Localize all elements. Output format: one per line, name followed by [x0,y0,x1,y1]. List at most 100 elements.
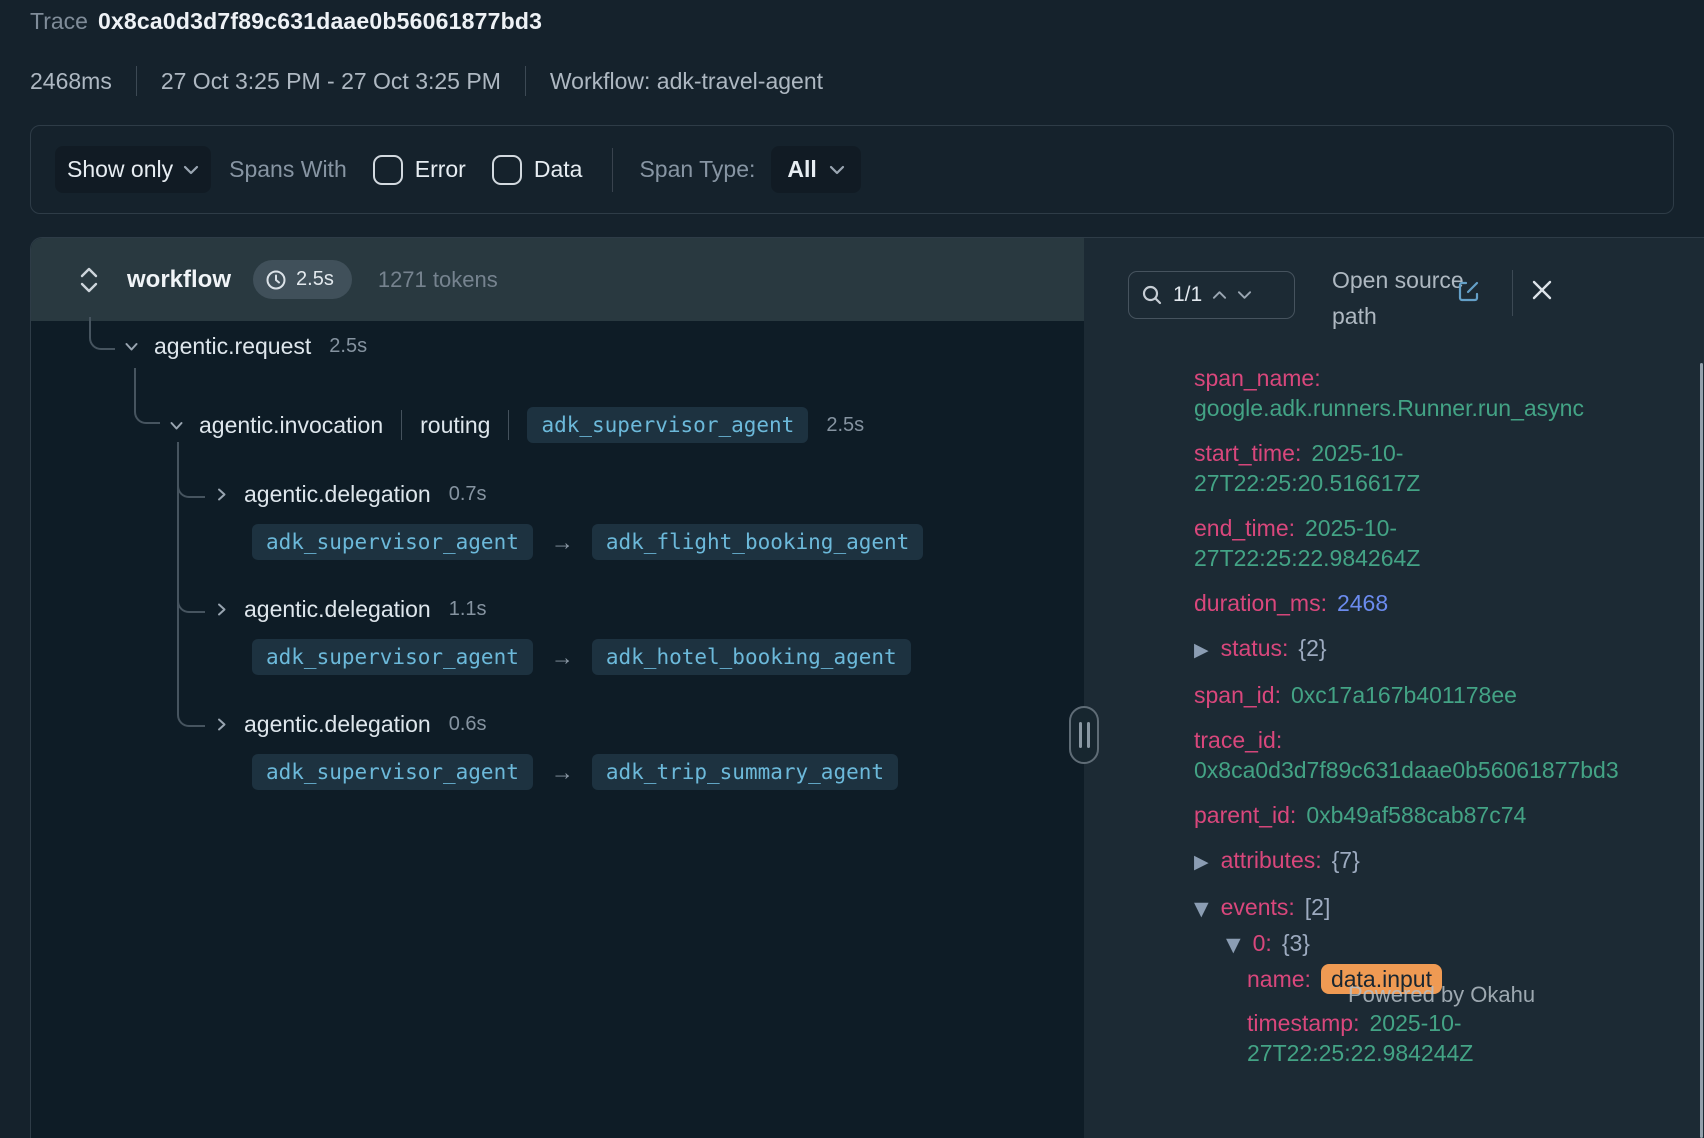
search-match-count: 1/1 [1173,283,1202,307]
trace-workflow: Workflow: adk-travel-agent [550,68,823,95]
span-duration: 2.5s [329,335,367,358]
delegation-agents-row: adk_supervisor_agent → adk_trip_summary_… [252,754,898,790]
data-checkbox-label: Data [534,156,583,183]
agent-chip[interactable]: adk_trip_summary_agent [592,754,898,790]
chevron-down-icon [829,165,845,175]
tree-connector [177,468,205,498]
spans-with-label: Spans With [229,156,347,183]
details-scrollbar[interactable] [1700,363,1703,1138]
meta-divider [525,66,526,96]
json-entry: ▶attributes:{7} [1194,845,1694,877]
search-icon [1141,284,1163,306]
pane-resize-handle[interactable] [1069,706,1099,764]
json-key: name: [1247,966,1311,992]
tree-connector [89,317,115,350]
span-row-delegation[interactable]: agentic.delegation 1.1s [213,596,487,623]
span-label: agentic.delegation [244,711,431,738]
chevron-right-icon[interactable] [213,486,230,503]
json-entry: name: data.input [1194,964,1694,994]
tree-connector [177,697,205,727]
json-value: 27T22:25:20.516617Z [1194,468,1694,498]
trace-header: Trace 0x8ca0d3d7f89c631daae0b56061877bd3 [30,8,542,35]
json-entry: start_time:2025-10- 27T22:25:20.516617Z [1194,438,1694,498]
json-key: span_id: [1194,682,1281,708]
chevron-right-icon[interactable] [213,716,230,733]
agent-chip[interactable]: adk_supervisor_agent [252,754,533,790]
arrow-right-icon: → [547,644,578,671]
error-checkbox[interactable] [373,155,403,185]
json-value: 0x8ca0d3d7f89c631daae0b56061877bd3 [1194,755,1694,785]
span-row-delegation[interactable]: agentic.delegation 0.6s [213,711,487,738]
collapsed-triangle-icon[interactable]: ▶ [1194,847,1209,877]
json-entry: trace_id: 0x8ca0d3d7f89c631daae0b5606187… [1194,725,1694,785]
span-row-request[interactable]: agentic.request 2.5s [123,333,367,360]
json-entry: ▼ 0: {3} [1194,928,1694,960]
chevron-up-icon[interactable] [1212,290,1227,300]
workflow-duration: 2.5s [296,268,334,291]
agent-chip[interactable]: adk_flight_booking_agent [592,524,923,560]
trace-label: Trace [30,8,88,34]
arrow-right-icon: → [547,529,578,556]
json-key: status: [1221,635,1289,661]
json-value: 2025-10- [1369,1010,1461,1036]
close-icon[interactable] [1530,278,1554,302]
external-link-icon[interactable] [1456,278,1482,304]
span-row-invocation[interactable]: agentic.invocation routing adk_superviso… [168,407,864,443]
json-count: {3} [1282,930,1310,956]
json-value-highlighted: data.input [1321,964,1442,994]
trace-viewer-card: workflow 2.5s 1271 tokens agentic.reques… [30,237,1704,1138]
json-entry: ▼events:[2] [1194,892,1694,924]
agent-chip[interactable]: adk_supervisor_agent [527,407,808,443]
chevron-down-icon[interactable] [1237,290,1252,300]
span-json-viewer: span_name: google.adk.runners.Runner.run… [1194,363,1694,1083]
expanded-triangle-icon[interactable]: ▼ [1194,894,1209,924]
details-search-box[interactable]: 1/1 [1128,271,1295,319]
workflow-tokens: 1271 tokens [378,267,498,293]
json-key: 0: [1253,930,1272,956]
data-checkbox[interactable] [492,155,522,185]
json-key: timestamp: [1247,1010,1359,1036]
trace-duration: 2468ms [30,68,112,95]
span-type-dropdown[interactable]: All [771,146,860,193]
details-header: 1/1 Open source path [1084,238,1704,348]
json-entry: parent_id:0xb49af588cab87c74 [1194,800,1694,830]
span-label: agentic.invocation [199,412,383,439]
json-key: span_name: [1194,365,1321,391]
meta-divider [136,66,137,96]
collapsed-triangle-icon[interactable]: ▶ [1194,635,1209,665]
expanded-triangle-icon[interactable]: ▼ [1226,930,1241,960]
json-key: trace_id: [1194,727,1282,753]
show-only-label: Show only [67,156,173,183]
show-only-dropdown[interactable]: Show only [55,146,211,193]
agent-chip[interactable]: adk_supervisor_agent [252,524,533,560]
expand-collapse-all-icon[interactable] [77,265,101,295]
chevron-down-icon[interactable] [168,417,185,434]
delegation-agents-row: adk_supervisor_agent → adk_hotel_booking… [252,639,911,675]
chevron-right-icon[interactable] [213,601,230,618]
tree-connector [177,583,205,613]
span-type-value: All [787,156,816,183]
chevron-down-icon[interactable] [123,338,140,355]
workflow-title: workflow [127,266,231,294]
agent-chip[interactable]: adk_supervisor_agent [252,639,533,675]
trace-id: 0x8ca0d3d7f89c631daae0b56061877bd3 [98,8,542,34]
json-value: 27T22:25:22.984244Z [1247,1038,1694,1068]
trace-meta: 2468ms 27 Oct 3:25 PM - 27 Oct 3:25 PM W… [30,66,823,96]
span-row-delegation[interactable]: agentic.delegation 0.7s [213,481,487,508]
agent-chip[interactable]: adk_hotel_booking_agent [592,639,911,675]
label-divider [508,410,509,440]
span-tag: routing [420,412,490,439]
error-checkbox-label: Error [415,156,466,183]
header-divider [1512,270,1513,316]
span-duration: 0.7s [449,483,487,506]
json-entry: duration_ms:2468 [1194,588,1694,618]
span-label: agentic.delegation [244,596,431,623]
label-divider [401,410,402,440]
span-label: agentic.request [154,333,311,360]
span-tree: agentic.request 2.5s agentic.invocation … [31,321,1084,1138]
json-entry: span_id:0xc17a167b401178ee [1194,680,1694,710]
json-value: 0xb49af588cab87c74 [1306,802,1526,828]
json-entry: span_name: google.adk.runners.Runner.run… [1194,363,1694,423]
json-key: start_time: [1194,440,1301,466]
arrow-right-icon: → [547,759,578,786]
